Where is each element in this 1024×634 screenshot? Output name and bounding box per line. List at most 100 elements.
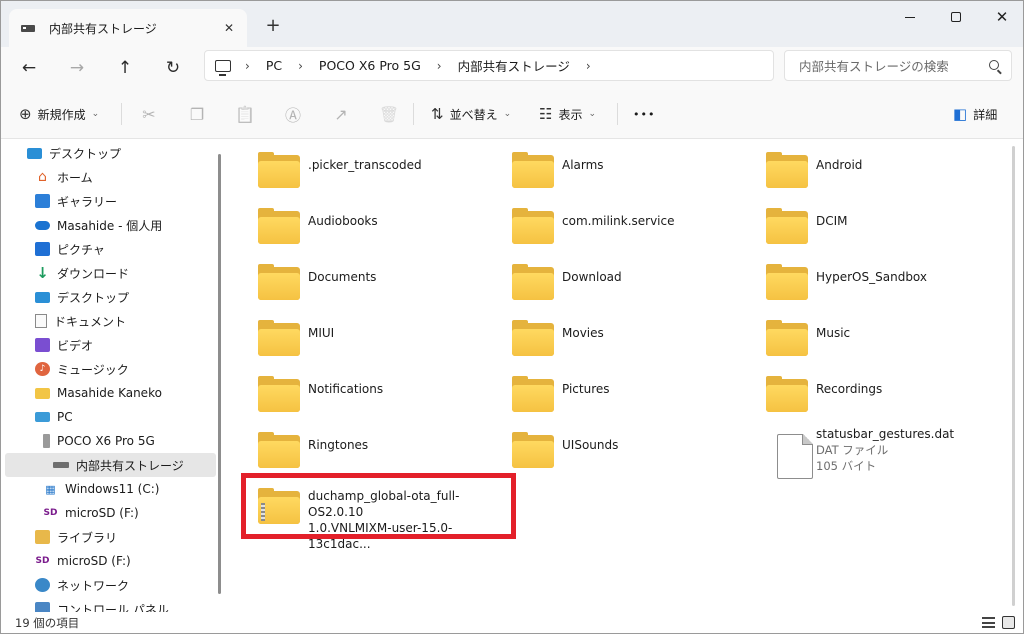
details-view-icon[interactable] <box>982 617 995 628</box>
minimize-button[interactable] <box>887 1 933 33</box>
folder-item[interactable]: Android <box>741 144 991 196</box>
sidebar-item-control-panel[interactable]: コントロール パネル <box>35 598 169 612</box>
sidebar-item-label: ピクチャ <box>57 242 105 257</box>
file-name: Audiobooks <box>308 214 378 228</box>
sidebar-item-documents[interactable]: ドキュメント <box>35 310 126 332</box>
folder-icon <box>766 376 808 412</box>
folder-item[interactable]: HyperOS_Sandbox <box>741 256 991 308</box>
up-button[interactable]: ↑ <box>107 51 143 85</box>
sidebar-item-music[interactable]: ♪ ミュージック <box>35 358 129 380</box>
folder-item[interactable]: Notifications <box>233 368 483 420</box>
sidebar-item-pc[interactable]: PC <box>35 406 73 428</box>
sidebar-item-gallery[interactable]: ギャラリー <box>35 190 117 212</box>
folder-icon <box>766 152 808 188</box>
sidebar-item-label: ライブラリ <box>57 530 118 545</box>
close-window-button[interactable]: ✕ <box>979 1 1023 33</box>
sidebar-item-videos[interactable]: ビデオ <box>35 334 93 356</box>
more-options-button[interactable]: ••• <box>633 102 655 126</box>
sidebar-item-phone[interactable]: POCO X6 Pro 5G <box>43 430 155 452</box>
sidebar-item-libraries[interactable]: ライブラリ <box>35 526 117 548</box>
back-button[interactable]: ← <box>11 51 47 85</box>
sidebar-item-label: ネットワーク <box>57 578 130 593</box>
new-tab-button[interactable]: + <box>259 13 287 37</box>
delete-icon[interactable]: 🗑 <box>377 102 401 126</box>
folder-item[interactable]: MIUI <box>233 312 483 364</box>
folder-icon <box>512 432 554 468</box>
details-pane-icon: ◧ <box>953 105 968 123</box>
refresh-button[interactable]: ↻ <box>155 51 191 85</box>
folder-item[interactable]: Movies <box>487 312 737 364</box>
toolbar-divider <box>121 103 122 125</box>
details-button[interactable]: ◧ 詳細 <box>953 102 997 126</box>
content-scrollbar[interactable] <box>1012 146 1015 606</box>
folder-item[interactable]: com.milink.service <box>487 200 737 252</box>
paste-icon[interactable]: 📋 <box>233 102 257 126</box>
sidebar-item-onedrive[interactable]: Masahide - 個人用 <box>35 214 162 236</box>
sidebar-item-sd-card[interactable]: SD microSD (F:) <box>43 502 139 524</box>
sidebar-item-network[interactable]: ネットワーク <box>35 574 129 596</box>
zip-file-item[interactable]: duchamp_global-ota_full-OS2.0.10 1.0.VNL… <box>233 480 483 551</box>
toolbar-divider <box>413 103 414 125</box>
sidebar-item-c-drive[interactable]: ▦ Windows11 (C:) <box>43 478 159 500</box>
file-list: .picker_transcoded Alarms Android Audiob… <box>233 140 1011 612</box>
tab-internal-storage[interactable]: 内部共有ストレージ ✕ <box>9 9 247 47</box>
file-name: Android <box>816 158 863 172</box>
sidebar-item-desktop-root[interactable]: デスクトップ <box>27 142 121 164</box>
view-button[interactable]: ☷ 表示 ⌄ <box>539 102 596 126</box>
control-panel-icon <box>35 602 50 612</box>
folder-item[interactable]: DCIM <box>741 200 991 252</box>
breadcrumb-separator[interactable]: › <box>586 59 591 73</box>
maximize-button[interactable] <box>933 1 979 33</box>
rename-icon[interactable]: Ⓐ <box>281 102 305 126</box>
folder-item[interactable]: UISounds <box>487 424 737 476</box>
file-details: statusbar_gestures.dat DAT ファイル 105 バイト <box>816 426 954 474</box>
title-bar: 内部共有ストレージ ✕ + ✕ <box>1 1 1023 47</box>
file-name: com.milink.service <box>562 214 675 228</box>
file-name: MIUI <box>308 326 335 340</box>
address-bar[interactable]: › PC › POCO X6 Pro 5G › 内部共有ストレージ › <box>204 50 774 81</box>
forward-button[interactable]: → <box>59 51 95 85</box>
breadcrumb-pc[interactable]: PC <box>266 58 282 73</box>
new-button[interactable]: ⊕ 新規作成 ⌄ <box>19 102 99 126</box>
tiles-view-icon[interactable] <box>1002 616 1015 629</box>
folder-item[interactable]: Pictures <box>487 368 737 420</box>
home-icon: ⌂ <box>38 169 47 185</box>
chevron-down-icon: ⌄ <box>503 109 512 119</box>
folder-icon <box>512 152 554 188</box>
folder-item[interactable]: .picker_transcoded <box>233 144 483 196</box>
sidebar-item-internal-storage[interactable]: 内部共有ストレージ <box>5 453 216 477</box>
folder-item[interactable]: Ringtones <box>233 424 483 476</box>
sidebar-item-home[interactable]: ⌂ ホーム <box>35 166 93 188</box>
close-tab-icon[interactable]: ✕ <box>217 16 241 40</box>
folder-item[interactable]: Alarms <box>487 144 737 196</box>
file-item[interactable]: statusbar_gestures.dat DAT ファイル 105 バイト <box>741 424 991 484</box>
sidebar-item-pictures[interactable]: ピクチャ <box>35 238 105 260</box>
folder-item[interactable]: Recordings <box>741 368 991 420</box>
windows-drive-icon: ▦ <box>45 482 56 496</box>
sidebar-item-label: デスクトップ <box>49 146 122 161</box>
sidebar-item-downloads[interactable]: ↓ ダウンロード <box>35 262 129 284</box>
breadcrumb-separator[interactable]: › <box>437 59 442 73</box>
sort-button[interactable]: ⇅ 並べ替え ⌄ <box>431 102 511 126</box>
sort-label: 並べ替え <box>449 107 498 122</box>
folder-item[interactable]: Audiobooks <box>233 200 483 252</box>
sidebar-item-user-folder[interactable]: Masahide Kaneko <box>35 382 162 404</box>
search-input[interactable]: 内部共有ストレージの検索 <box>784 50 1012 81</box>
file-name: HyperOS_Sandbox <box>816 270 928 284</box>
folder-item[interactable]: Documents <box>233 256 483 308</box>
breadcrumb-storage[interactable]: 内部共有ストレージ <box>458 56 570 75</box>
folder-item[interactable]: Music <box>741 312 991 364</box>
sidebar-item-desktop[interactable]: デスクトップ <box>35 286 129 308</box>
download-icon: ↓ <box>36 264 49 282</box>
breadcrumb-separator[interactable]: › <box>298 59 303 73</box>
folder-icon <box>258 264 300 300</box>
breadcrumb-phone[interactable]: POCO X6 Pro 5G <box>319 58 421 73</box>
navigation-pane: デスクトップ ⌂ ホーム ギャラリー Masahide - 個人用 ピクチャ ↓ ダ… <box>1 140 219 612</box>
copy-icon[interactable]: ❐ <box>185 102 209 126</box>
share-icon[interactable]: ↗ <box>329 102 353 126</box>
sidebar-item-sd-card-2[interactable]: SD microSD (F:) <box>35 550 131 572</box>
search-placeholder: 内部共有ストレージの検索 <box>799 59 949 74</box>
folder-item[interactable]: Download <box>487 256 737 308</box>
cut-icon[interactable]: ✂ <box>137 102 161 126</box>
sidebar-scrollbar[interactable] <box>218 154 221 594</box>
